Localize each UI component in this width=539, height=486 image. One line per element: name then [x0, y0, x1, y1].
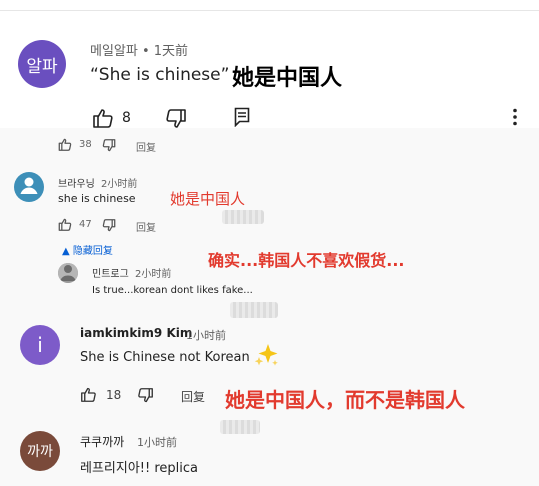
like-button[interactable]: 47 [58, 218, 92, 231]
like-button[interactable]: 38 [58, 138, 92, 151]
reply-button[interactable]: 回复 [136, 219, 156, 234]
comment-author[interactable]: iamkimkim9 Kim [80, 326, 192, 340]
top-divider [0, 10, 539, 11]
comment-text: Is true...korean dont likes fake... [92, 285, 253, 296]
dislike-button[interactable] [137, 388, 154, 403]
blurred-region [220, 420, 260, 434]
user-icon [18, 174, 40, 200]
like-button[interactable]: 18 [80, 387, 121, 402]
more-vertical-icon [512, 108, 518, 126]
comment-text: 레프리지아!! replica [80, 461, 199, 476]
like-button[interactable]: 8 [92, 108, 131, 128]
comment-icon [234, 107, 250, 127]
like-count: 8 [122, 110, 131, 126]
comment-time: 2小时前 [135, 269, 172, 280]
comment-time: 1小时前 [137, 436, 177, 449]
like-count: 47 [79, 219, 92, 230]
thumbs-down-icon [137, 388, 154, 403]
annotation-text: 她是中国人，而不是韩国人 [225, 388, 465, 412]
thumbs-up-icon [92, 108, 114, 128]
thumbs-down-icon [102, 139, 116, 152]
thumbs-up-icon [58, 138, 72, 151]
reply-button[interactable]: 回复 [136, 139, 156, 154]
comment-author-line[interactable]: 메일알파 • 1天前 [90, 40, 188, 59]
comment-text: she is chinese [58, 192, 136, 205]
avatar[interactable] [14, 172, 44, 202]
comment-time: 1小时前 [186, 329, 226, 342]
avatar-initials: 알파 [26, 56, 58, 77]
avatar-initials: i [37, 333, 43, 357]
sparkles-icon [254, 342, 280, 372]
hide-replies-button[interactable]: ▲ 隐藏回复 [62, 242, 113, 257]
avatar[interactable]: 알파 [18, 40, 66, 88]
reply-button[interactable] [234, 107, 250, 127]
blurred-region [230, 302, 278, 318]
annotation-text: 她是中国人 [232, 66, 343, 91]
thumbs-up-icon [58, 218, 72, 231]
comment-author[interactable]: 민트로그 [92, 265, 129, 280]
dislike-button[interactable] [102, 219, 116, 232]
thumbs-down-icon [102, 219, 116, 232]
avatar-initials: 까까 [27, 444, 53, 460]
thumbs-up-icon [80, 387, 97, 402]
more-options-button[interactable] [512, 108, 518, 126]
thumbs-down-icon [165, 109, 187, 129]
comment-time: 2小时前 [101, 179, 138, 190]
comment-text: She is Chinese not Korean [80, 350, 250, 365]
like-count: 18 [106, 387, 122, 402]
blurred-region [222, 210, 264, 224]
comment-text: “She is chinese” [90, 65, 230, 85]
dislike-button[interactable] [165, 109, 187, 129]
reply-button[interactable]: 回复 [181, 388, 205, 405]
comment-author[interactable]: 브라우닝 [58, 175, 95, 190]
avatar[interactable] [58, 263, 78, 283]
annotation-text: 她是中国人 [170, 190, 246, 208]
comment-author[interactable]: 쿠쿠까까 [80, 433, 124, 450]
like-count: 38 [79, 139, 92, 150]
avatar[interactable]: 까까 [20, 431, 60, 471]
avatar[interactable]: i [20, 325, 60, 365]
profile-photo-icon [58, 263, 78, 283]
dislike-button[interactable] [102, 139, 116, 152]
annotation-text: 确实...韩国人不喜欢假货... [208, 251, 405, 270]
